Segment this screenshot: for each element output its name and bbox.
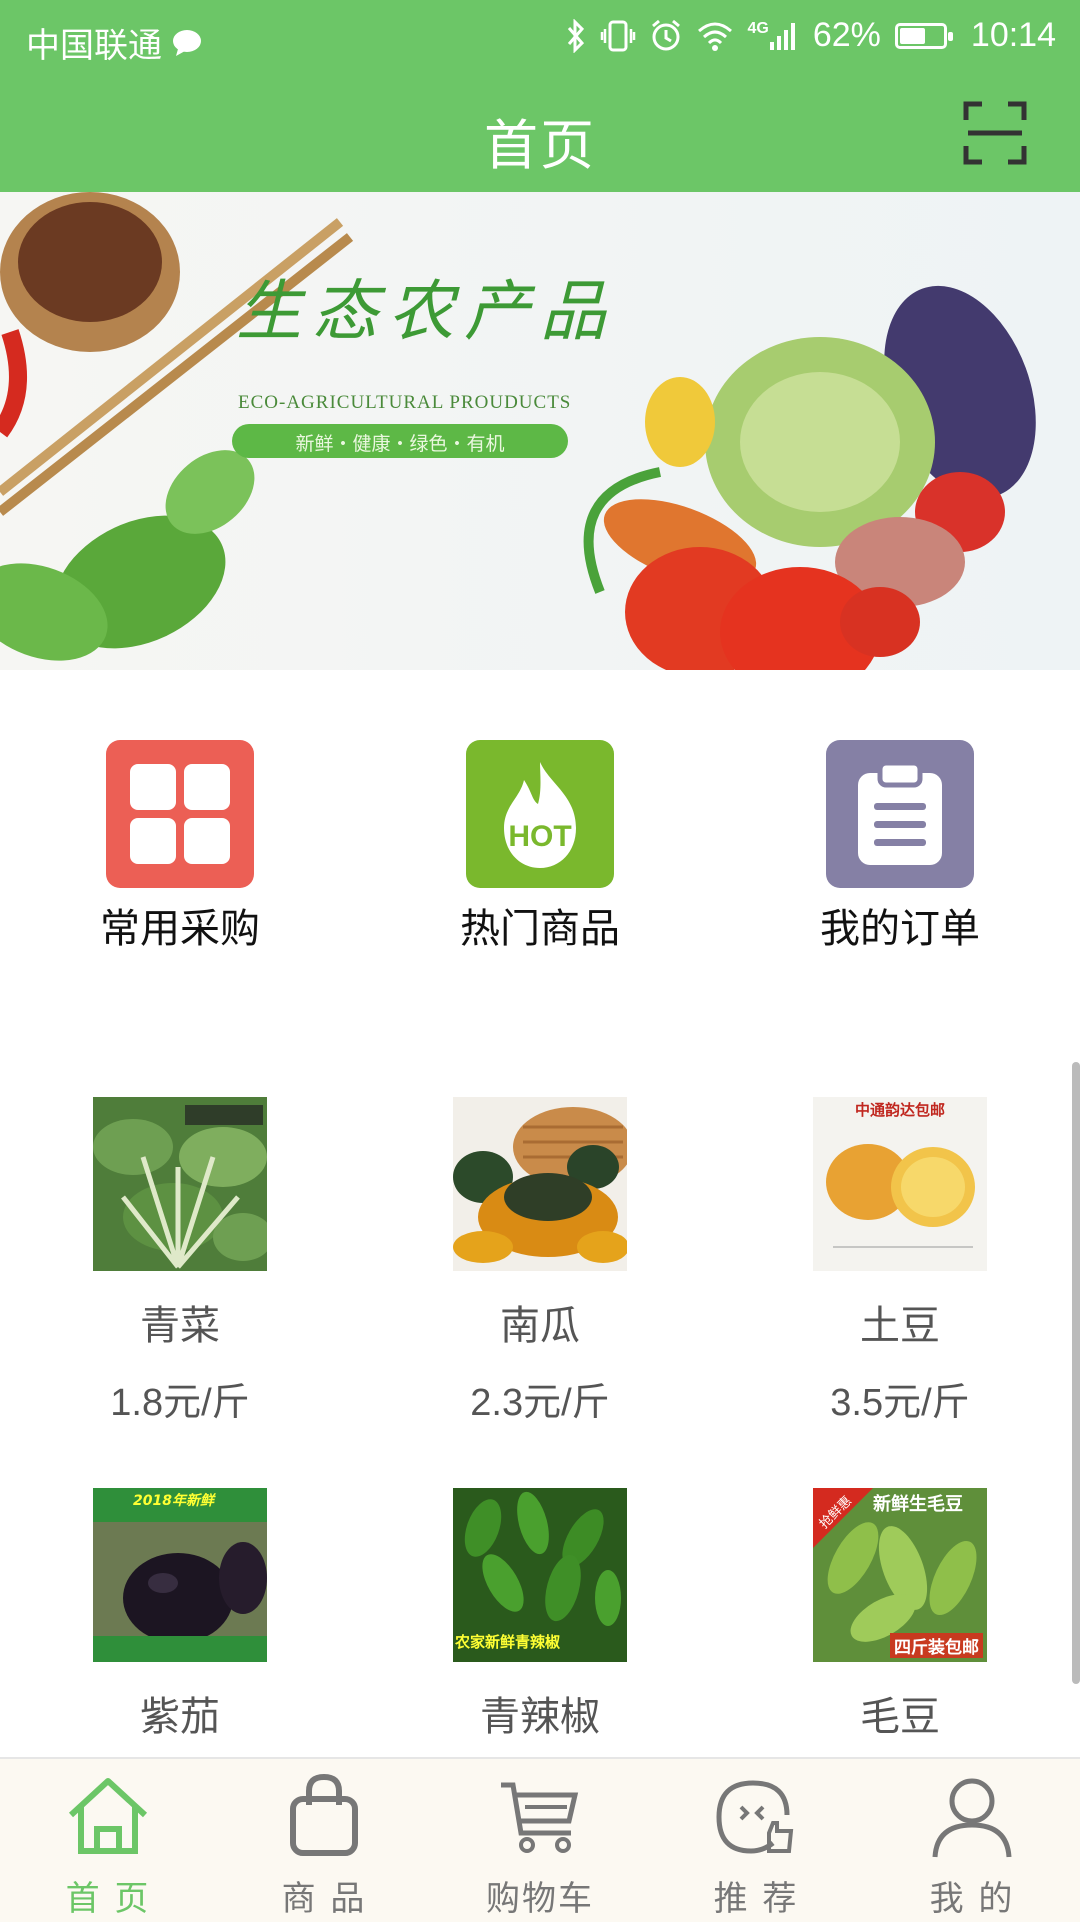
carrier-group: 中国联通 [26, 18, 202, 67]
carrier-label: 中国联通 [26, 27, 162, 65]
product-card[interactable]: 中通韵达包邮 土豆 3.5元/斤 [780, 1097, 1020, 1426]
product-image [453, 1097, 627, 1271]
nav-label: 购物车 [486, 1879, 594, 1919]
banner-subtitle: ECO-AGRICULTURAL PROUDUCTS [238, 392, 572, 413]
product-name: 紫茄 [140, 1694, 220, 1740]
product-name: 青菜 [140, 1303, 220, 1349]
product-card[interactable]: 抢鲜惠 新鲜生毛豆 四斤装包邮 毛豆 [780, 1488, 1020, 1742]
nav-home[interactable]: 首 页 [0, 1771, 216, 1920]
page-title: 首页 [484, 114, 596, 177]
header: 首页 [0, 75, 1080, 192]
banner-tagline: 新鲜・健康・绿色・有机 [295, 433, 505, 455]
product-name: 南瓜 [500, 1303, 580, 1349]
signal-icon [769, 22, 795, 50]
product-image: 农家新鲜青辣椒 [453, 1488, 627, 1662]
product-image-caption: 中通韵达包邮 [854, 1101, 945, 1119]
clock: 10:14 [970, 16, 1056, 54]
product-card[interactable]: 2018年新鲜 紫茄 [60, 1488, 300, 1742]
nav-profile[interactable]: 我 的 [864, 1771, 1080, 1920]
status-icons: 4G 62% 10:14 [566, 16, 1056, 55]
product-image: 抢鲜惠 新鲜生毛豆 四斤装包邮 [813, 1488, 987, 1662]
promo-banner[interactable]: 生态农产品 ECO-AGRICULTURAL PROUDUCTS 新鲜・健康・绿… [0, 192, 1080, 670]
message-icon [173, 29, 201, 56]
wifi-icon [697, 22, 732, 51]
battery-percent: 62% [812, 16, 881, 54]
product-price: 2.3元/斤 [470, 1382, 610, 1424]
shopping-bag-icon [290, 1773, 358, 1856]
home-icon [68, 1778, 148, 1854]
quick-entry-my-orders[interactable]: 我的订单 [780, 740, 1020, 954]
product-image: 2018年新鲜 [93, 1488, 267, 1662]
nav-recommend[interactable]: 推 荐 [648, 1771, 864, 1920]
nav-cart[interactable]: 购物车 [432, 1771, 648, 1920]
product-price: 3.5元/斤 [830, 1382, 970, 1424]
product-image: 中通韵达包邮 [813, 1097, 987, 1271]
product-image [93, 1097, 267, 1271]
quick-entry-label: 我的订单 [820, 906, 980, 952]
quick-entry-label: 常用采购 [100, 906, 260, 952]
banner-title: 生态农产品 [236, 273, 616, 350]
quick-entry-frequent-purchase[interactable]: 常用采购 [60, 740, 300, 954]
battery-icon [894, 22, 953, 49]
status-bar: 中国联通 4G 62% 10:14 [0, 0, 1080, 75]
hot-flame-icon: HOT [466, 740, 614, 888]
product-name: 土豆 [860, 1303, 940, 1349]
cart-icon [501, 1782, 579, 1853]
bluetooth-icon [567, 18, 584, 53]
quick-entries: 常用采购 HOT 热门商品 我的订单 [0, 740, 1080, 960]
hot-label: HOT [508, 820, 571, 853]
product-card[interactable]: 青菜 1.8元/斤 [60, 1097, 300, 1426]
bottom-nav: 首 页 商 品 购物车 推 荐 我 的 [0, 1757, 1080, 1922]
scan-icon[interactable] [962, 100, 1028, 166]
grid-icon [106, 740, 254, 888]
scrollbar[interactable] [1072, 1062, 1080, 1684]
product-name: 青辣椒 [480, 1694, 600, 1740]
product-image-caption: 2018年新鲜 [133, 1493, 214, 1509]
nav-label: 首 页 [65, 1879, 151, 1919]
product-image-caption: 农家新鲜青辣椒 [455, 1633, 561, 1651]
nav-label: 我 的 [929, 1879, 1015, 1919]
quick-entry-hot-products[interactable]: HOT 热门商品 [420, 740, 660, 954]
recommend-icon [716, 1780, 794, 1854]
product-price: 1.8元/斤 [110, 1382, 250, 1424]
product-card[interactable]: 南瓜 2.3元/斤 [420, 1097, 660, 1426]
nav-label: 商 品 [281, 1879, 367, 1919]
network-label: 4G [747, 19, 769, 37]
alarm-icon [651, 19, 680, 50]
quick-entry-label: 热门商品 [460, 906, 620, 952]
vibrate-icon [600, 20, 635, 51]
product-name: 毛豆 [860, 1694, 940, 1740]
nav-label: 推 荐 [713, 1879, 799, 1919]
nav-products[interactable]: 商 品 [216, 1771, 432, 1920]
product-image-caption: 新鲜生毛豆 [873, 1494, 963, 1515]
product-card[interactable]: 农家新鲜青辣椒 青辣椒 [420, 1488, 660, 1742]
clipboard-icon [826, 740, 974, 888]
product-image-caption-bottom: 四斤装包邮 [890, 1633, 983, 1658]
profile-icon [932, 1778, 1012, 1858]
